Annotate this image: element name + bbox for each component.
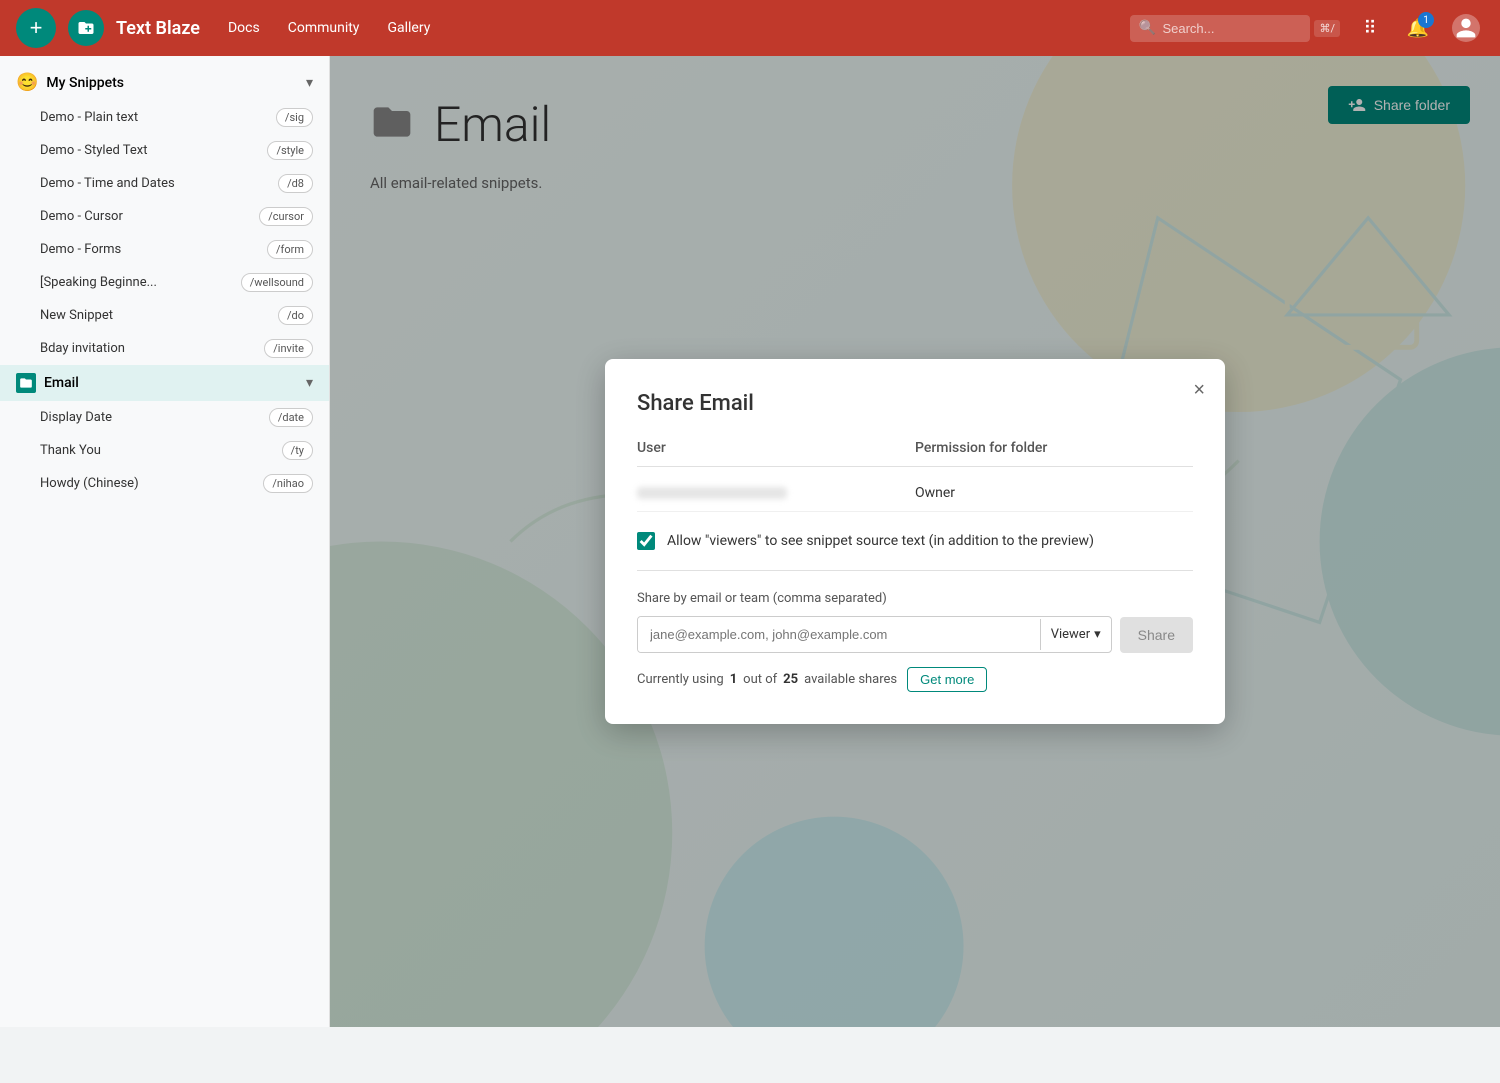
search-shortcut: ⌘/ [1314,20,1340,37]
count-used: 1 [730,672,737,687]
share-input-row: Viewer ▾ Share [637,616,1193,653]
add-snippet-button[interactable]: + [16,8,56,48]
col-permission-header: Permission for folder [915,440,1193,456]
search-wrapper: 🔍 ⌘/ [1130,15,1340,42]
nav-docs[interactable]: Docs [220,16,268,40]
shortcut-tag: /date [269,408,313,427]
main-content: Email All email-related snippets. Share … [330,56,1500,1027]
snippet-label: Howdy (Chinese) [40,476,255,491]
modal-divider [637,570,1193,571]
count-separator: out of [743,672,777,687]
shortcut-tag: /d8 [278,174,313,193]
chevron-down-icon: ▾ [306,75,313,91]
snippet-item-howdy-chinese[interactable]: Howdy (Chinese) /nihao [0,467,329,500]
share-count-row: Currently using 1 out of 25 available sh… [637,667,1193,692]
modal-title: Share Email [637,391,1193,416]
snippet-item-forms[interactable]: Demo - Forms /form [0,233,329,266]
snippet-label: Bday invitation [40,341,256,356]
allow-viewers-row: Allow "viewers" to see snippet source te… [637,532,1193,550]
apps-icon[interactable]: ⠿ [1352,10,1388,46]
snippet-item-cursor[interactable]: Demo - Cursor /cursor [0,200,329,233]
shortcut-tag: /sig [276,108,313,127]
snippet-label: Thank You [40,443,274,458]
count-suffix: available shares [804,672,897,687]
get-more-button[interactable]: Get more [907,667,987,692]
snippet-label: Demo - Plain text [40,110,268,125]
snippet-label: [Speaking Beginne... [40,275,233,290]
snippet-item-styled-text[interactable]: Demo - Styled Text /style [0,134,329,167]
share-button[interactable]: Share [1120,617,1193,653]
viewer-dropdown[interactable]: Viewer ▾ [1040,619,1111,650]
search-input[interactable] [1130,15,1310,42]
share-by-email-label: Share by email or team (comma separated) [637,591,1193,606]
dropdown-arrow-icon: ▾ [1094,627,1101,642]
user-email-blurred [637,487,787,499]
modal-close-button[interactable]: × [1193,379,1205,402]
snippet-item-plain-text[interactable]: Demo - Plain text /sig [0,101,329,134]
shortcut-tag: /do [278,306,313,325]
shortcut-tag: /nihao [263,474,313,493]
count-total: 25 [783,672,798,687]
snippet-label: Demo - Forms [40,242,259,257]
snippet-label: Demo - Time and Dates [40,176,270,191]
modal-overlay: Share Email × User Permission for folder… [330,56,1500,1027]
snippet-label: Demo - Styled Text [40,143,259,158]
share-email-input[interactable] [638,617,1040,652]
notifications-icon[interactable]: 🔔 1 [1400,10,1436,46]
sidebar: 😊 My Snippets ▾ Demo - Plain text /sig D… [0,56,330,1027]
shortcut-tag: /style [267,141,313,160]
snippet-item-bday[interactable]: Bday invitation /invite [0,332,329,365]
nav-gallery[interactable]: Gallery [379,16,438,40]
shortcut-tag: /invite [264,339,313,358]
shortcut-tag: /wellsound [241,273,313,292]
shortcut-tag: /form [267,240,313,259]
my-snippets-label: My Snippets [46,75,124,91]
modal-table-header: User Permission for folder [637,440,1193,467]
folder-name: Email [44,375,79,391]
shortcut-tag: /cursor [259,207,313,226]
user-permission: Owner [915,485,1193,501]
shortcut-tag: /ty [282,441,313,460]
my-snippets-header[interactable]: 😊 My Snippets ▾ [0,64,329,101]
count-prefix: Currently using [637,672,724,687]
snippet-item-display-date[interactable]: Display Date /date [0,401,329,434]
user-info [637,487,915,499]
share-email-modal: Share Email × User Permission for folder… [605,359,1225,724]
viewer-label: Viewer [1051,627,1090,642]
snippet-item-thank-you[interactable]: Thank You /ty [0,434,329,467]
folder-icon [16,373,36,393]
snippet-item-new-snippet[interactable]: New Snippet /do [0,299,329,332]
snippet-label: Demo - Cursor [40,209,251,224]
share-input-wrapper: Viewer ▾ [637,616,1112,653]
modal-user-row: Owner [637,475,1193,512]
snippet-item-speaking[interactable]: [Speaking Beginne... /wellsound [0,266,329,299]
snippet-label: Display Date [40,410,261,425]
app-logo: Text Blaze [116,18,200,39]
snippet-item-time-dates[interactable]: Demo - Time and Dates /d8 [0,167,329,200]
folder-chevron-icon: ▾ [306,375,313,391]
email-folder[interactable]: Email ▾ [0,365,329,401]
nav-community[interactable]: Community [280,16,368,40]
notification-badge: 1 [1418,12,1434,28]
allow-viewers-label: Allow "viewers" to see snippet source te… [667,533,1094,549]
top-navigation: + Text Blaze Docs Community Gallery 🔍 ⌘/… [0,0,1500,56]
add-folder-button[interactable] [68,10,104,46]
allow-viewers-checkbox[interactable] [637,532,655,550]
emoji-icon: 😊 [16,72,38,93]
main-layout: 😊 My Snippets ▾ Demo - Plain text /sig D… [0,56,1500,1027]
account-icon[interactable] [1448,10,1484,46]
snippet-label: New Snippet [40,308,270,323]
col-user-header: User [637,440,915,456]
